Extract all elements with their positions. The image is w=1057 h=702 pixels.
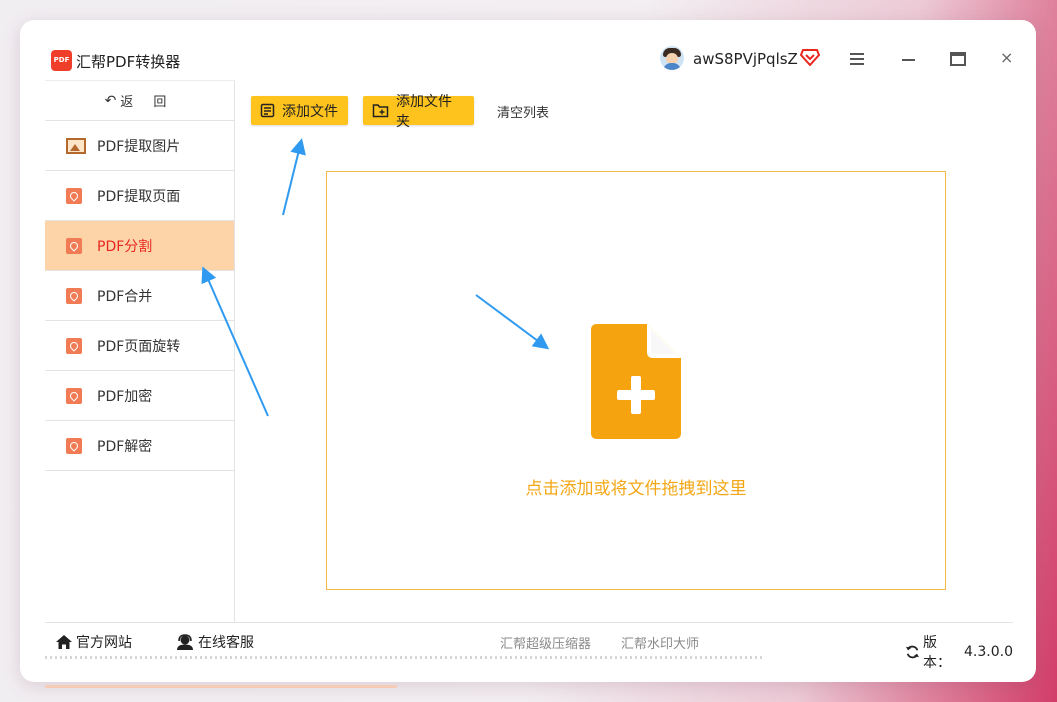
sidebar-item-decrypt[interactable]: PDF解密 [45, 421, 234, 471]
horizontal-scroll-strip [45, 656, 765, 659]
vip-diamond-icon[interactable] [800, 48, 820, 66]
sidebar-item-encrypt[interactable]: PDF加密 [45, 371, 234, 421]
pdf-icon [66, 287, 82, 304]
maximize-icon[interactable] [950, 52, 966, 66]
sidebar-item-split[interactable]: PDF分割 [45, 221, 234, 271]
pdf-icon [66, 237, 82, 254]
pdf-icon [66, 437, 82, 454]
sidebar-item-rotate[interactable]: PDF页面旋转 [45, 321, 234, 371]
app-window: PDF 汇帮PDF转换器 awS8PVjPqlsZ × ↶ 返 回 PDF提取图… [20, 20, 1036, 682]
sidebar-item-label: PDF提取图片 [97, 138, 181, 155]
sidebar-item-label: PDF提取页面 [97, 188, 181, 205]
add-folder-button[interactable]: 添加文件夹 [363, 94, 474, 130]
pdf-icon [66, 387, 82, 404]
sidebar-item-extract-images[interactable]: PDF提取图片 [45, 121, 234, 171]
image-icon [66, 137, 86, 154]
file-add-icon [591, 324, 681, 439]
sidebar-item-label: PDF页面旋转 [97, 338, 181, 355]
online-service-label: 在线客服 [198, 635, 254, 651]
watermark-link[interactable]: 汇帮水印大师 [621, 633, 699, 652]
back-arrow-icon: ↶ [104, 92, 117, 109]
file-drop-zone[interactable]: 点击添加或将文件拖拽到这里 [326, 171, 946, 590]
compressor-link[interactable]: 汇帮超级压缩器 [500, 633, 591, 652]
menu-icon[interactable] [850, 53, 864, 65]
customer-service-icon [177, 634, 193, 650]
add-file-icon [260, 103, 275, 118]
title-bar: PDF 汇帮PDF转换器 awS8PVjPqlsZ × [20, 20, 1036, 80]
close-icon[interactable]: × [1000, 50, 1013, 66]
clear-list-button[interactable]: 清空列表 [497, 102, 549, 121]
user-avatar[interactable] [660, 46, 684, 70]
app-logo-icon: PDF [51, 50, 72, 71]
pdf-icon [66, 337, 82, 354]
app-title: 汇帮PDF转换器 [76, 53, 181, 71]
sidebar: ↶ 返 回 PDF提取图片 PDF提取页面 PDF分割 PDF合并 PDF页面旋… [45, 80, 235, 622]
version-value: 4.3.0.0 [964, 644, 1013, 660]
minimize-icon[interactable] [902, 59, 915, 61]
sidebar-item-label: PDF解密 [97, 438, 153, 455]
refresh-icon [905, 645, 920, 659]
sidebar-item-label: PDF合并 [97, 288, 153, 305]
taskbar-highlight [45, 685, 397, 688]
official-site-link[interactable]: 官方网站 [55, 632, 132, 652]
add-file-label: 添加文件 [282, 103, 338, 120]
official-site-label: 官方网站 [76, 635, 132, 651]
sidebar-item-label: PDF分割 [97, 238, 153, 255]
footer-bar: 官方网站 在线客服 汇帮超级压缩器 汇帮水印大师 版本： 4.3.0.0 [45, 622, 1013, 671]
arrow-to-add-file [282, 138, 306, 216]
home-icon [56, 635, 72, 649]
drop-hint-text: 点击添加或将文件拖拽到这里 [525, 479, 747, 499]
sidebar-item-merge[interactable]: PDF合并 [45, 271, 234, 321]
sidebar-item-label: PDF加密 [97, 388, 153, 405]
sidebar-item-extract-pages[interactable]: PDF提取页面 [45, 171, 234, 221]
pdf-icon [66, 187, 82, 204]
username[interactable]: awS8PVjPqlsZ [693, 50, 798, 68]
add-folder-label: 添加文件夹 [396, 93, 452, 130]
back-button[interactable]: ↶ 返 回 [45, 81, 234, 121]
back-label: 返 回 [120, 95, 175, 110]
version-label: 版本： [922, 635, 951, 671]
add-folder-icon [372, 104, 389, 118]
version-info[interactable]: 版本： 4.3.0.0 [905, 632, 1013, 672]
online-service-link[interactable]: 在线客服 [175, 632, 254, 652]
add-file-button[interactable]: 添加文件 [251, 96, 348, 125]
